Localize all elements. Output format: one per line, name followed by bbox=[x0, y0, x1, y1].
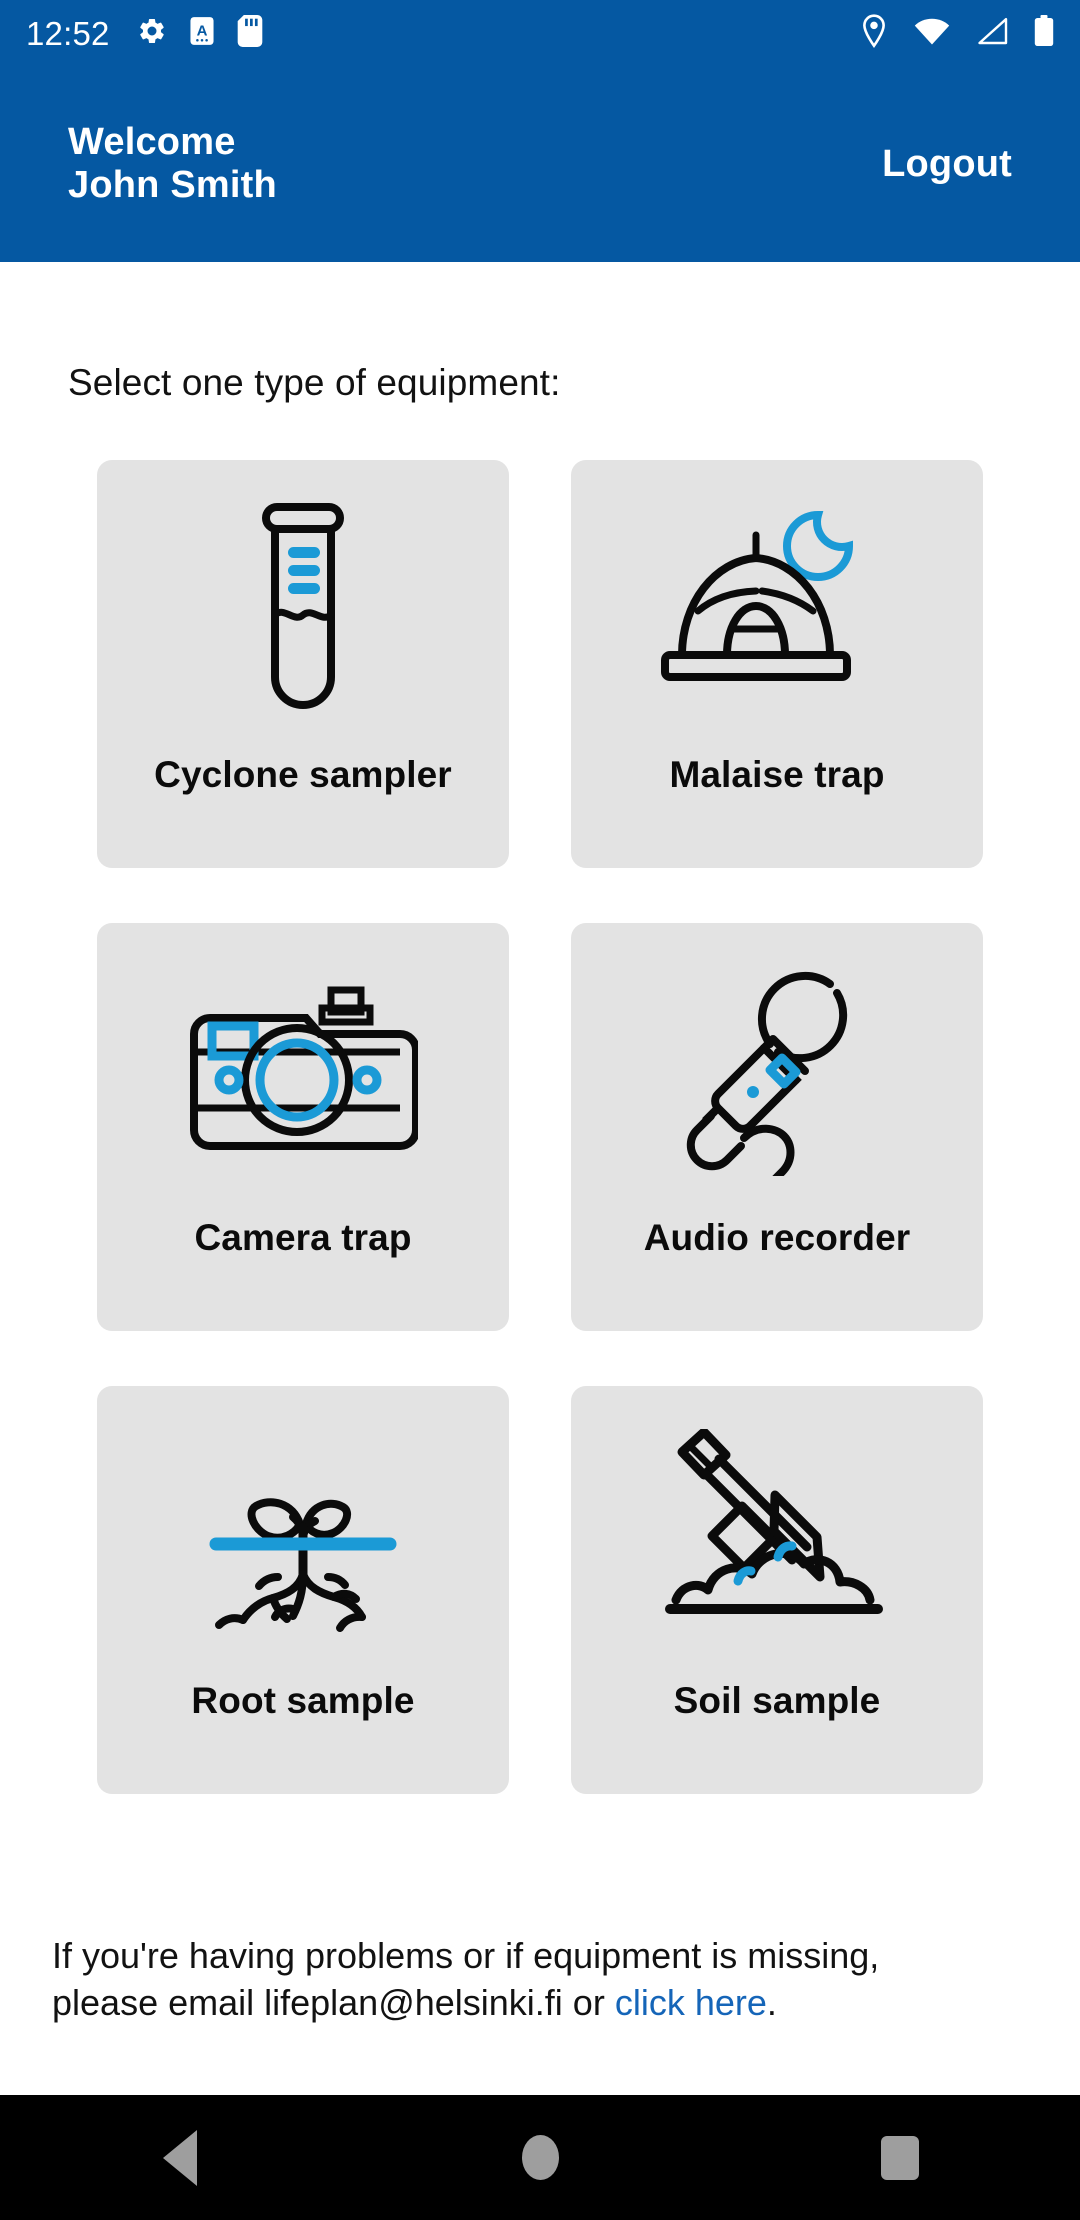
nav-back-button[interactable] bbox=[100, 2095, 260, 2220]
footer-line-2-suffix: . bbox=[766, 1981, 777, 2023]
sd-card-icon bbox=[237, 14, 263, 52]
microphone-icon bbox=[571, 923, 983, 1219]
back-triangle-icon bbox=[163, 2129, 197, 2186]
location-pin-icon bbox=[860, 13, 888, 53]
equipment-card-root-sample[interactable]: Root sample bbox=[97, 1386, 509, 1794]
welcome-label: Welcome bbox=[68, 121, 236, 164]
equipment-label: Malaise trap bbox=[669, 754, 885, 795]
svg-text:A: A bbox=[196, 22, 207, 39]
equipment-label: Cyclone sampler bbox=[154, 754, 452, 795]
equipment-label: Audio recorder bbox=[643, 1217, 911, 1258]
android-navigation-bar bbox=[0, 2095, 1080, 2220]
camera-icon bbox=[97, 923, 509, 1219]
logout-button[interactable]: Logout bbox=[882, 143, 1012, 186]
test-tube-icon bbox=[97, 460, 509, 756]
app-screen: 12:52 A Welcome John Smith Logout Select… bbox=[0, 0, 1080, 2220]
click-here-link[interactable]: click here bbox=[615, 1982, 767, 2023]
footer-line-1: If you're having problems or if equipmen… bbox=[52, 1935, 880, 1976]
page-title: Select one type of equipment: bbox=[68, 362, 561, 403]
status-bar-clock: 12:52 bbox=[26, 14, 110, 52]
recents-square-icon bbox=[881, 2135, 919, 2180]
nav-home-button[interactable] bbox=[460, 2095, 620, 2220]
main-content: Select one type of equipment: Cyclone sa… bbox=[0, 262, 1080, 2095]
support-footer: If you're having problems or if equipmen… bbox=[52, 1933, 1032, 2027]
equipment-card-camera-trap[interactable]: Camera trap bbox=[97, 923, 509, 1331]
cellular-signal-icon bbox=[976, 17, 1008, 50]
equipment-label: Soil sample bbox=[673, 1680, 881, 1721]
user-name: John Smith bbox=[68, 164, 277, 206]
tent-moon-icon bbox=[571, 460, 983, 756]
status-bar-left-icons: A bbox=[137, 14, 263, 52]
keyboard-language-a-icon: A bbox=[188, 16, 216, 51]
status-bar-right-icons bbox=[860, 13, 1054, 53]
seedling-roots-icon bbox=[97, 1386, 509, 1682]
nav-recents-button[interactable] bbox=[820, 2095, 980, 2220]
gear-icon bbox=[137, 16, 167, 51]
equipment-card-cyclone-sampler[interactable]: Cyclone sampler bbox=[97, 460, 509, 868]
shovel-soil-icon bbox=[571, 1386, 983, 1682]
battery-icon bbox=[1034, 14, 1054, 52]
app-header: Welcome John Smith Logout bbox=[0, 66, 1080, 262]
equipment-label: Root sample bbox=[191, 1680, 415, 1721]
welcome-block: Welcome John Smith bbox=[68, 121, 277, 206]
equipment-card-malaise-trap[interactable]: Malaise trap bbox=[571, 460, 983, 868]
equipment-card-audio-recorder[interactable]: Audio recorder bbox=[571, 923, 983, 1331]
equipment-label: Camera trap bbox=[194, 1217, 412, 1258]
wifi-icon bbox=[914, 17, 950, 50]
equipment-grid: Cyclone sampler Malaise trap Camera trap… bbox=[97, 460, 983, 1794]
footer-line-2-prefix: please email lifeplan@helsinki.fi or bbox=[52, 1981, 615, 2023]
status-bar: 12:52 A bbox=[0, 0, 1080, 66]
equipment-card-soil-sample[interactable]: Soil sample bbox=[571, 1386, 983, 1794]
home-circle-icon bbox=[521, 2135, 559, 2180]
